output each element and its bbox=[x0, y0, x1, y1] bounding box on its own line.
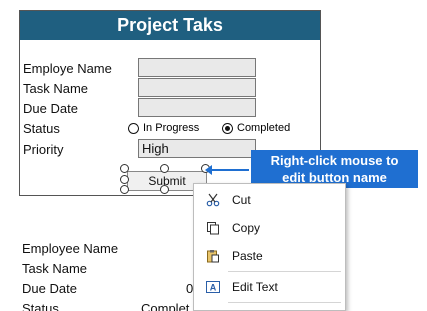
form-title: Project Taks bbox=[20, 11, 320, 40]
menu-label-edit-text: Edit Text bbox=[232, 280, 278, 294]
due-date-label: Due Date bbox=[23, 101, 78, 116]
copy-icon bbox=[206, 221, 220, 235]
callout-arrow-head-icon bbox=[205, 165, 212, 175]
menu-label-paste: Paste bbox=[232, 249, 263, 263]
callout-line-1: Right-click mouse to bbox=[270, 153, 399, 168]
resize-handle-top-middle[interactable] bbox=[160, 164, 169, 173]
radio-label-completed: Completed bbox=[237, 122, 291, 134]
resize-handle-top-left[interactable] bbox=[120, 164, 129, 173]
resize-handle-bottom-middle[interactable] bbox=[160, 185, 169, 194]
due-date-field[interactable] bbox=[138, 98, 256, 117]
task-name-field[interactable] bbox=[138, 78, 256, 97]
resize-handle-middle-left[interactable] bbox=[120, 175, 129, 184]
radio-unchecked-icon bbox=[128, 122, 139, 134]
menu-item-paste[interactable]: Paste bbox=[194, 243, 345, 269]
edit-text-icon: A bbox=[206, 280, 220, 294]
sheet-label-employee-name: Employee Name bbox=[22, 241, 119, 256]
context-menu: Cut Copy Paste A Edit Text bbox=[193, 183, 346, 311]
callout-arrow-line bbox=[209, 169, 249, 171]
menu-item-edit-text[interactable]: A Edit Text bbox=[194, 274, 345, 300]
menu-item-cut[interactable]: Cut bbox=[194, 187, 345, 213]
sheet-label-task-name: Task Name bbox=[22, 261, 88, 276]
menu-separator bbox=[228, 271, 341, 272]
priority-label: Priority bbox=[23, 142, 64, 157]
sheet-value-status: Complet bbox=[141, 301, 190, 311]
scissors-icon bbox=[206, 193, 220, 207]
sheet-label-status: Status bbox=[22, 301, 59, 311]
radio-label-in-progress: In Progress bbox=[143, 122, 200, 134]
employee-name-field[interactable] bbox=[138, 58, 256, 77]
priority-field[interactable]: High bbox=[138, 139, 256, 158]
radio-checked-icon bbox=[222, 122, 233, 134]
status-radio-in-progress[interactable]: In Progress bbox=[128, 122, 199, 134]
menu-label-copy: Copy bbox=[232, 221, 261, 235]
menu-label-cut: Cut bbox=[232, 193, 251, 207]
menu-item-copy[interactable]: Copy bbox=[194, 215, 345, 241]
task-name-label: Task Name bbox=[23, 81, 89, 96]
sheet-label-due-date: Due Date bbox=[22, 281, 77, 296]
employee-name-label: Employe Name bbox=[23, 61, 112, 76]
paste-icon bbox=[206, 249, 220, 263]
status-label: Status bbox=[23, 121, 60, 136]
svg-text:A: A bbox=[210, 283, 217, 293]
status-radio-completed[interactable]: Completed bbox=[222, 122, 290, 134]
menu-separator-bottom bbox=[228, 302, 341, 303]
resize-handle-bottom-left[interactable] bbox=[120, 185, 129, 194]
